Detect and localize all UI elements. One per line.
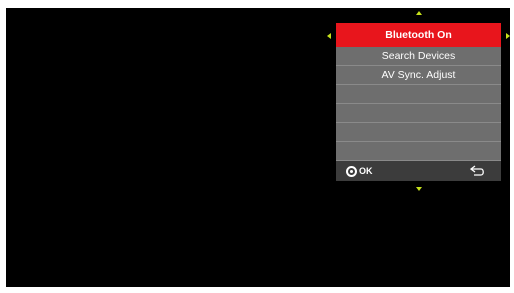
nav-left-arrow-icon[interactable]: [327, 33, 331, 39]
menu-footer: OK: [336, 161, 501, 181]
ok-icon[interactable]: [346, 166, 357, 177]
menu-item-bluetooth-on[interactable]: Bluetooth On: [336, 23, 501, 47]
menu-item-empty: [336, 85, 501, 104]
ok-label: OK: [359, 166, 373, 176]
menu-item-empty: [336, 104, 501, 123]
nav-down-arrow-icon[interactable]: [416, 187, 422, 191]
menu-item-empty: [336, 123, 501, 142]
nav-up-arrow-icon[interactable]: [416, 11, 422, 15]
bluetooth-menu: Bluetooth On Search Devices AV Sync. Adj…: [336, 23, 501, 181]
menu-item-av-sync-adjust[interactable]: AV Sync. Adjust: [336, 66, 501, 85]
nav-right-arrow-icon[interactable]: [506, 33, 510, 39]
menu-item-search-devices[interactable]: Search Devices: [336, 47, 501, 66]
back-arrow-icon[interactable]: [470, 165, 486, 177]
menu-item-empty: [336, 142, 501, 161]
